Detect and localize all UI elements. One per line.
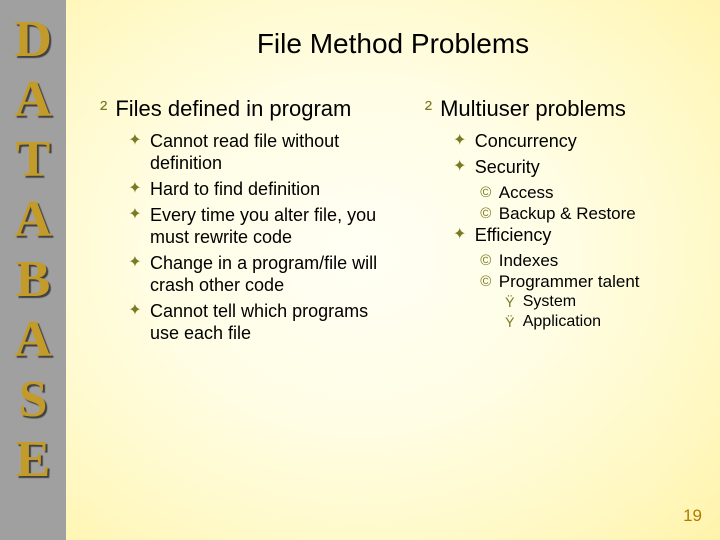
item-text: Cannot tell which programs use each file [150,300,395,344]
sidebar-letter: A [14,190,52,250]
sub-item: © Indexes [479,250,690,271]
sidebar-letter: S [19,370,48,430]
left-column: ² Files defined in program ✦ Cannot read… [100,96,395,348]
sidebar-database-letters: D A T A B A S E [0,0,66,540]
list-item: ✦ Concurrency [453,130,690,152]
star-bullet-icon: ✦ [128,252,142,274]
list-item: ✦ Efficiency [453,224,690,246]
sidebar-letter: D [14,10,52,70]
y-bullet-icon: Ÿ [503,312,517,332]
heading-text: Multiuser problems [440,96,626,122]
sidebar-letter: T [16,130,51,190]
star-bullet-icon: ✦ [128,130,142,152]
copyright-bullet-icon: © [479,203,493,224]
sub-item: © Programmer talent [479,271,690,292]
page-number: 19 [683,506,702,526]
sub-sub-item: Ÿ System [503,292,690,312]
item-text: Concurrency [475,130,577,152]
item-text: Application [523,312,601,332]
star-bullet-icon: ✦ [128,178,142,200]
item-text: Programmer talent [499,271,640,292]
list-item: ✦ Hard to find definition [128,178,395,200]
sidebar-letter: B [16,250,51,310]
item-text: Hard to find definition [150,178,320,200]
sub-item: © Backup & Restore [479,203,690,224]
heading-left: ² Files defined in program [100,96,395,122]
item-text: Security [475,156,540,178]
star-bullet-icon: ✦ [128,300,142,322]
item-text: Backup & Restore [499,203,636,224]
item-text: Change in a program/file will crash othe… [150,252,395,296]
star-bullet-icon: ✦ [128,204,142,226]
list-item: ✦ Change in a program/file will crash ot… [128,252,395,296]
sidebar-letter: A [14,70,52,130]
content-area: ² Files defined in program ✦ Cannot read… [100,96,690,348]
heading-text: Files defined in program [115,96,351,122]
sub-item: © Access [479,182,690,203]
y-bullet-icon: Ÿ [503,292,517,312]
list-item: ✦ Every time you alter file, you must re… [128,204,395,248]
item-text: Access [499,182,554,203]
item-text: Every time you alter file, you must rewr… [150,204,395,248]
sidebar-letter: A [14,310,52,370]
star-bullet-icon: ✦ [453,130,467,152]
right-column: ² Multiuser problems ✦ Concurrency ✦ Sec… [425,96,690,348]
sidebar-letter: E [16,430,51,490]
diamond-bullet-icon: ² [100,96,107,122]
heading-right: ² Multiuser problems [425,96,690,122]
copyright-bullet-icon: © [479,250,493,271]
list-item: ✦ Security [453,156,690,178]
sub-sub-item: Ÿ Application [503,312,690,332]
slide: D A T A B A S E File Method Problems ² F… [0,0,720,540]
copyright-bullet-icon: © [479,271,493,292]
copyright-bullet-icon: © [479,182,493,203]
star-bullet-icon: ✦ [453,224,467,246]
item-text: Cannot read file without definition [150,130,395,174]
slide-title: File Method Problems [66,28,720,60]
item-text: System [523,292,576,312]
item-text: Efficiency [475,224,552,246]
diamond-bullet-icon: ² [425,96,432,122]
list-item: ✦ Cannot read file without definition [128,130,395,174]
item-text: Indexes [499,250,559,271]
star-bullet-icon: ✦ [453,156,467,178]
list-item: ✦ Cannot tell which programs use each fi… [128,300,395,344]
